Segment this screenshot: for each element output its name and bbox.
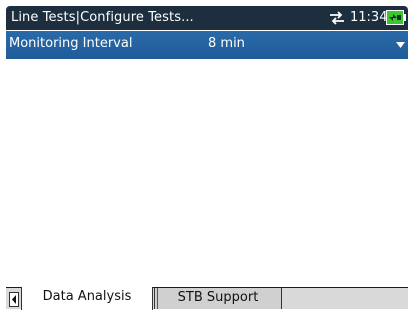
page-title: Line Tests|Configure Tests... [11, 10, 194, 25]
tab-label: STB Support [177, 290, 259, 305]
chevron-down-icon[interactable] [396, 42, 405, 48]
network-transfer-icon [330, 11, 344, 25]
clock: 11:34 [350, 10, 388, 25]
param-label: Monitoring Interval [9, 36, 133, 51]
tab-label: Data Analysis [42, 289, 132, 304]
content-area [6, 59, 408, 286]
tab-stb-support[interactable]: STB Support [154, 288, 282, 309]
title-bar: Line Tests|Configure Tests... 11:34 [6, 6, 408, 30]
param-value[interactable]: 8 min [208, 36, 245, 51]
tab-scroll-left-icon[interactable] [9, 292, 19, 307]
monitoring-interval-row[interactable]: Monitoring Interval 8 min [6, 31, 408, 59]
tab-data-analysis[interactable]: Data Analysis [21, 287, 153, 310]
tab-strip: Data Analysis STB Support [6, 287, 408, 310]
battery-charging-icon [386, 10, 406, 25]
device-screen: Line Tests|Configure Tests... 11:34 Moni… [0, 0, 414, 310]
